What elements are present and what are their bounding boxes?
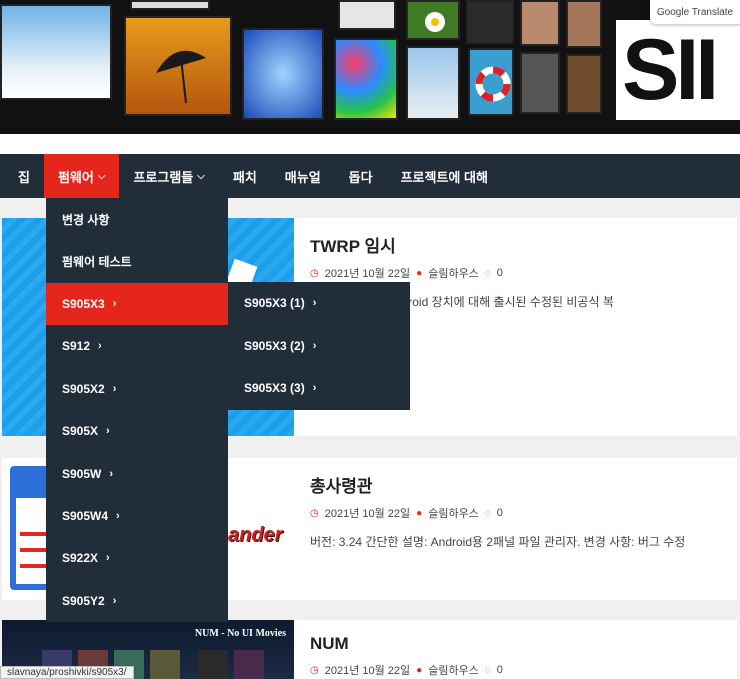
submenu-item-s905x3-3[interactable]: S905X3 (3) ›	[228, 367, 410, 410]
menu-item-s905w[interactable]: S905W ›	[46, 452, 228, 494]
user-icon: ●	[416, 267, 423, 279]
nav-item-about[interactable]: 프로젝트에 대해	[387, 154, 502, 198]
menu-item-firmware-test[interactable]: 펌웨어 테스트	[46, 240, 228, 282]
post-date[interactable]: 2021년 10월 22일	[325, 505, 410, 521]
post-excerpt: 버전: 3.24 간단한 설명: Android용 2패널 파일 관리자. 변경…	[310, 535, 686, 549]
nav-item-home[interactable]: 집	[4, 154, 44, 198]
banner-tile-person3	[566, 0, 602, 48]
chevron-right-icon: ›	[112, 297, 117, 310]
banner-tile-balloons	[334, 38, 398, 120]
banner-tile-brown	[566, 54, 602, 114]
google-translate-badge[interactable]: Google Translate	[650, 0, 740, 24]
post-comment-count[interactable]: 0	[497, 664, 503, 676]
chevron-right-icon: ›	[106, 552, 110, 565]
chevron-right-icon: ›	[98, 340, 102, 353]
post-date[interactable]: 2021년 10월 22일	[325, 265, 410, 281]
comment-icon: ◌	[484, 267, 491, 279]
clock-icon: ◷	[310, 664, 319, 676]
nav-item-programs[interactable]: 프로그램들 ⌵	[119, 154, 218, 198]
banner-tile-ski	[0, 4, 112, 100]
banner-tile-map	[242, 28, 324, 120]
menu-item-s905x3[interactable]: S905X3 ›	[46, 282, 228, 326]
chevron-right-icon: ›	[106, 425, 110, 438]
chevron-right-icon: ›	[112, 382, 117, 395]
post-title[interactable]: NUM	[310, 634, 727, 654]
banner-tile-umbrella	[124, 16, 232, 116]
banner-tile-ring	[468, 48, 514, 116]
comment-icon: ◌	[484, 507, 491, 519]
clock-icon: ◷	[310, 507, 319, 519]
menu-item-s905x[interactable]: S905X ›	[46, 410, 228, 452]
nav-item-patches[interactable]: 패치	[219, 154, 271, 198]
chevron-right-icon: ›	[312, 382, 317, 395]
header-banner: SII Google Translate	[0, 0, 740, 134]
user-icon: ●	[416, 664, 423, 676]
menu-item-s905x2[interactable]: S905X2 ›	[46, 368, 228, 410]
chevron-right-icon: ›	[312, 297, 317, 310]
chevron-down-icon: ⌵	[197, 170, 205, 182]
banner-tile-person1	[466, 0, 514, 44]
thumbnail-text: NUM - No UI Movies	[194, 628, 286, 639]
post-author[interactable]: 슬림하우스	[428, 265, 479, 281]
menu-item-s922x[interactable]: S922X ›	[46, 537, 228, 579]
submenu-item-s905x3-1[interactable]: S905X3 (1) ›	[228, 282, 410, 325]
post-author[interactable]: 슬림하우스	[428, 662, 479, 678]
post-comment-count[interactable]: 0	[497, 267, 503, 279]
nav-item-manuals[interactable]: 매뉴얼	[271, 154, 335, 198]
banner-gap	[0, 134, 740, 154]
menu-item-changes[interactable]: 변경 사항	[46, 198, 228, 240]
banner-tile-top1	[130, 0, 210, 10]
site-logo[interactable]: SII	[616, 20, 740, 120]
chevron-right-icon: ›	[109, 467, 114, 480]
chevron-down-icon: ⌵	[97, 170, 106, 182]
thumbnail-text: ander	[228, 524, 283, 546]
banner-tile-wind	[406, 46, 460, 120]
firmware-dropdown-menu: 변경 사항 펌웨어 테스트 S905X3 › S912 › S905X2 › S905…	[46, 198, 228, 622]
comment-icon: ◌	[484, 664, 491, 676]
main-nav: 집 펌웨어 ⌵ 프로그램들 ⌵ 패치 매뉴얼 돕다 프로젝트에 대해	[0, 154, 740, 198]
banner-tile-flower	[406, 0, 460, 40]
banner-tile-dark	[520, 52, 560, 114]
post-title[interactable]: TWRP 임시	[310, 232, 727, 257]
menu-item-s905y2[interactable]: S905Y2 ›	[46, 580, 228, 622]
s905x3-submenu: S905X3 (1) › S905X3 (2) › S905X3 (3) ›	[228, 282, 410, 410]
user-icon: ●	[416, 507, 423, 519]
chevron-right-icon: ›	[312, 339, 317, 352]
banner-tile-top2	[338, 0, 396, 30]
clock-icon: ◷	[310, 267, 319, 279]
post-author[interactable]: 슬림하우스	[428, 505, 479, 521]
post-comment-count[interactable]: 0	[497, 507, 503, 519]
menu-item-s905w4[interactable]: S905W4 ›	[46, 495, 228, 537]
banner-tile-person2	[520, 0, 560, 46]
link-status-url: slavnaya/proshivki/s905x3/	[0, 666, 134, 679]
post-date[interactable]: 2021년 10월 22일	[325, 662, 410, 678]
chevron-right-icon: ›	[112, 594, 117, 607]
nav-item-firmware[interactable]: 펌웨어 ⌵	[43, 154, 120, 198]
menu-item-s912[interactable]: S912 ›	[46, 325, 228, 367]
post-title[interactable]: 총사령관	[310, 472, 727, 497]
nav-item-help[interactable]: 돕다	[335, 154, 387, 198]
chevron-right-icon: ›	[116, 509, 120, 522]
submenu-item-s905x3-2[interactable]: S905X3 (2) ›	[228, 325, 410, 368]
